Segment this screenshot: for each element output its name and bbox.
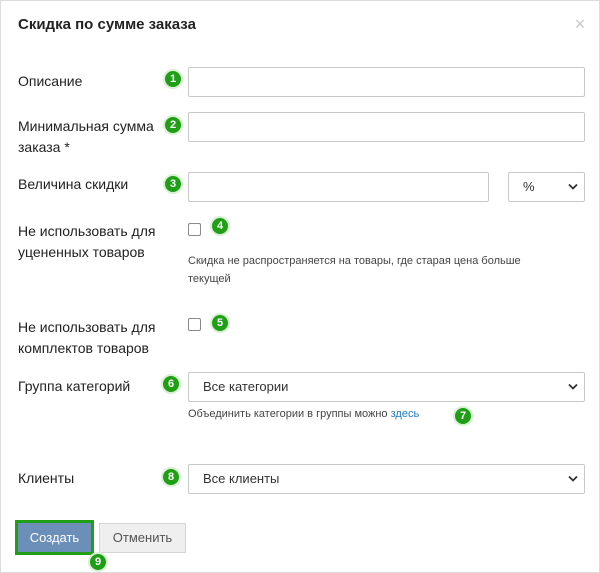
- badge-5: 5: [210, 313, 230, 333]
- min-sum-label: Минимальная сумма заказа *: [18, 116, 154, 158]
- exclude-bundles-label: Не использовать для комплектов товаров: [18, 317, 155, 359]
- exclude-discounted-hint-line2: текущей: [188, 273, 231, 285]
- chevron-down-icon: [568, 183, 578, 190]
- min-sum-input[interactable]: [188, 112, 585, 142]
- discount-input[interactable]: [188, 172, 489, 202]
- dialog-title: Скидка по сумме заказа: [18, 16, 196, 33]
- category-group-value: Все категории: [203, 379, 289, 394]
- clients-select[interactable]: Все клиенты: [188, 464, 585, 494]
- chevron-down-icon: [568, 383, 578, 390]
- create-button[interactable]: Создать: [15, 520, 94, 555]
- discount-dialog: Скидка по сумме заказа × Описание 1 Мини…: [0, 0, 600, 573]
- exclude-discounted-hint-line1: Скидка не распространяется на товары, гд…: [188, 255, 521, 267]
- badge-4: 4: [210, 216, 230, 236]
- exclude-bundles-label-line2: комплектов товаров: [18, 340, 149, 356]
- min-sum-label-line2: заказа *: [18, 139, 70, 155]
- description-label: Описание: [18, 73, 83, 89]
- close-icon[interactable]: ×: [571, 15, 589, 33]
- badge-2: 2: [163, 115, 183, 135]
- category-group-label: Группа категорий: [18, 378, 131, 394]
- discount-unit-select[interactable]: %: [508, 172, 585, 202]
- category-group-hint: Объединить категории в группы можно здес…: [188, 405, 419, 423]
- badge-6: 6: [161, 374, 181, 394]
- cancel-button[interactable]: Отменить: [99, 523, 186, 553]
- badge-8: 8: [161, 467, 181, 487]
- category-group-link[interactable]: здесь: [391, 408, 420, 420]
- chevron-down-icon: [568, 475, 578, 482]
- exclude-discounted-label-line2: уцененных товаров: [18, 244, 145, 260]
- exclude-bundles-label-line1: Не использовать для: [18, 319, 156, 335]
- badge-9: 9: [88, 552, 108, 572]
- badge-3: 3: [163, 174, 183, 194]
- category-group-hint-text: Объединить категории в группы можно: [188, 408, 388, 420]
- exclude-discounted-hint: Скидка не распространяется на товары, гд…: [188, 252, 521, 288]
- exclude-discounted-label-line1: Не использовать для: [18, 223, 156, 239]
- min-sum-label-line1: Минимальная сумма: [18, 118, 154, 134]
- exclude-bundles-checkbox[interactable]: [188, 318, 201, 331]
- description-input[interactable]: [188, 67, 585, 97]
- exclude-discounted-checkbox[interactable]: [188, 223, 201, 236]
- discount-label: Величина скидки: [18, 176, 129, 192]
- clients-value: Все клиенты: [203, 471, 280, 486]
- category-group-select[interactable]: Все категории: [188, 372, 585, 402]
- badge-1: 1: [163, 69, 183, 89]
- discount-unit-value: %: [523, 179, 535, 194]
- clients-label: Клиенты: [18, 470, 75, 486]
- badge-7: 7: [453, 406, 473, 426]
- exclude-discounted-label: Не использовать для уцененных товаров: [18, 221, 155, 263]
